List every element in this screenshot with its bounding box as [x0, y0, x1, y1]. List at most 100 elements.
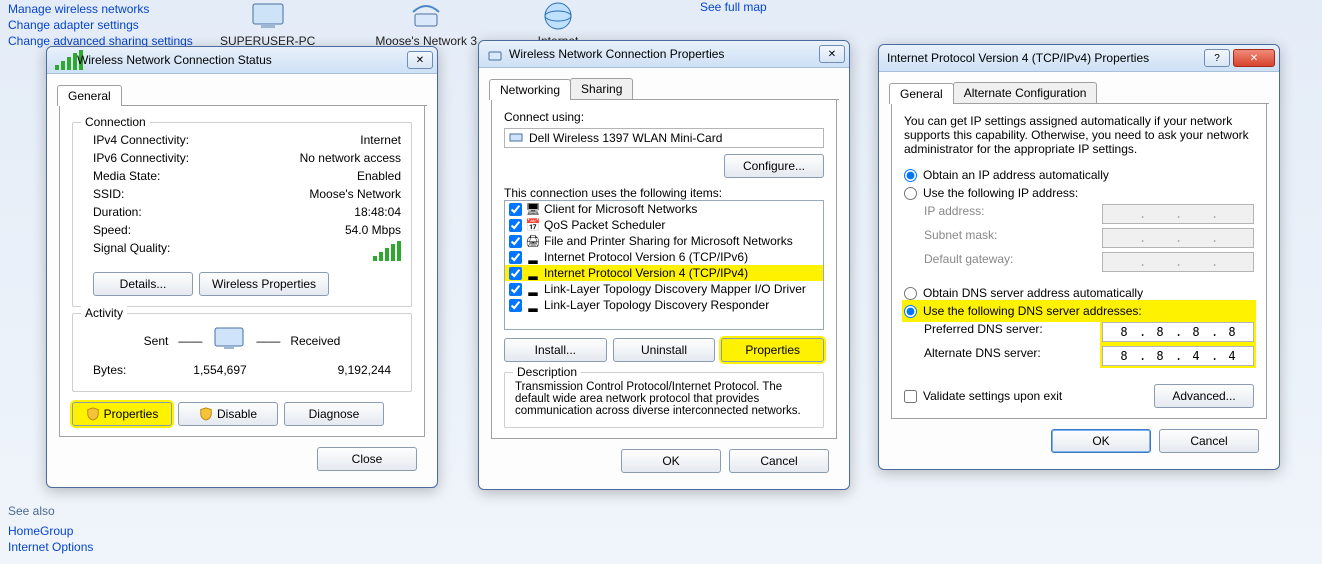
item-properties-button[interactable]: Properties	[721, 338, 824, 362]
item-label: Link-Layer Topology Discovery Mapper I/O…	[544, 282, 806, 296]
properties-button[interactable]: Properties	[72, 402, 172, 426]
label-subnet: Subnet mask:	[924, 228, 997, 248]
label-gateway: Default gateway:	[924, 252, 1013, 272]
tab-general[interactable]: General	[889, 83, 954, 104]
close-icon[interactable]: ✕	[1233, 49, 1275, 67]
details-button[interactable]: Details...	[93, 272, 193, 296]
validate-checkbox[interactable]	[904, 390, 917, 403]
value-bytes-sent: 1,554,697	[163, 363, 277, 377]
alternate-dns-field[interactable]: 8.8.4.4	[1102, 346, 1254, 366]
item-label: Client for Microsoft Networks	[544, 202, 697, 216]
intro-text: You can get IP settings assigned automat…	[904, 114, 1254, 156]
label-media: Media State:	[93, 169, 160, 183]
value-ssid: Moose's Network	[309, 187, 401, 201]
uninstall-button[interactable]: Uninstall	[613, 338, 716, 362]
link-change-adapter[interactable]: Change adapter settings	[8, 18, 193, 32]
link-homegroup[interactable]: HomeGroup	[8, 524, 93, 538]
list-item[interactable]: ▂Link-Layer Topology Discovery Responder	[505, 297, 823, 313]
close-icon[interactable]: ✕	[407, 51, 433, 69]
cancel-button[interactable]: Cancel	[729, 449, 829, 473]
tab-general[interactable]: General	[57, 85, 122, 106]
item-checkbox[interactable]	[509, 283, 522, 296]
item-checkbox[interactable]	[509, 267, 522, 280]
label-speed: Speed:	[93, 223, 131, 237]
label-ssid: SSID:	[93, 187, 124, 201]
link-see-full-map[interactable]: See full map	[700, 0, 767, 14]
value-speed: 54.0 Mbps	[345, 223, 401, 237]
signal-icon	[55, 52, 71, 68]
diagnose-button[interactable]: Diagnose	[284, 402, 384, 426]
item-label: Internet Protocol Version 4 (TCP/IPv4)	[544, 266, 748, 280]
label-validate: Validate settings upon exit	[923, 389, 1062, 403]
wireless-properties-button[interactable]: Wireless Properties	[199, 272, 329, 296]
radio-static-dns[interactable]	[904, 305, 917, 318]
help-button[interactable]: ?	[1204, 49, 1230, 67]
shield-icon	[199, 407, 213, 421]
item-checkbox[interactable]	[509, 219, 522, 232]
value-signal-quality	[373, 241, 401, 264]
signal-bars-icon	[373, 241, 401, 261]
tab-networking[interactable]: Networking	[489, 79, 571, 100]
label-bytes: Bytes:	[93, 363, 163, 377]
label-alternate-dns: Alternate DNS server:	[924, 346, 1041, 366]
close-button[interactable]: Close	[317, 447, 417, 471]
disable-button[interactable]: Disable	[178, 402, 278, 426]
value-ipv4: Internet	[360, 133, 401, 147]
adapter-name: Dell Wireless 1397 WLAN Mini-Card	[529, 131, 722, 145]
link-internet-options[interactable]: Internet Options	[8, 540, 93, 554]
list-item-selected[interactable]: ▂ Internet Protocol Version 4 (TCP/IPv4)	[505, 265, 823, 281]
label-items: This connection uses the following items…	[504, 186, 824, 200]
nav-links: Manage wireless networks Change adapter …	[8, 0, 193, 50]
label-received: Received	[290, 334, 340, 348]
radio-static-ip[interactable]	[904, 187, 917, 200]
label-static-dns: Use the following DNS server addresses:	[923, 304, 1142, 318]
protocol-icon: ▂	[526, 250, 540, 264]
item-checkbox[interactable]	[509, 203, 522, 216]
preferred-dns-field[interactable]: 8.8.8.8	[1102, 322, 1254, 342]
window-connection-properties: Wireless Network Connection Properties ✕…	[478, 40, 850, 490]
network-icon	[487, 46, 503, 62]
component-icon: 🖥	[526, 202, 540, 216]
value-media: Enabled	[357, 169, 401, 183]
close-icon[interactable]: ✕	[819, 45, 845, 63]
list-item[interactable]: 🖥 Client for Microsoft Networks	[505, 201, 823, 217]
items-listbox[interactable]: 🖥 Client for Microsoft Networks 📅QoS Pack…	[504, 200, 824, 330]
value-ipv6: No network access	[300, 151, 401, 165]
configure-button[interactable]: Configure...	[724, 154, 824, 178]
see-also: See also HomeGroup Internet Options	[8, 504, 93, 556]
item-checkbox[interactable]	[509, 235, 522, 248]
tab-alternate[interactable]: Alternate Configuration	[953, 82, 1098, 103]
protocol-icon: ▂	[526, 266, 540, 280]
group-connection: Connection	[81, 115, 150, 129]
protocol-icon: ▂	[526, 282, 540, 296]
label-auto-ip: Obtain an IP address automatically	[923, 168, 1109, 182]
advanced-button[interactable]: Advanced...	[1154, 384, 1254, 408]
label-sent: Sent	[144, 334, 169, 348]
gateway-field: ...	[1102, 252, 1254, 272]
list-item[interactable]: 📅QoS Packet Scheduler	[505, 217, 823, 233]
install-button[interactable]: Install...	[504, 338, 607, 362]
component-icon: 📅	[526, 218, 540, 232]
item-checkbox[interactable]	[509, 251, 522, 264]
ok-button[interactable]: OK	[621, 449, 721, 473]
list-item[interactable]: ▂ Link-Layer Topology Discovery Mapper I/…	[505, 281, 823, 297]
radio-auto-dns[interactable]	[904, 287, 917, 300]
item-checkbox[interactable]	[509, 299, 522, 312]
cancel-button[interactable]: Cancel	[1159, 429, 1259, 453]
window-title: Wireless Network Connection Properties	[509, 47, 816, 61]
window-title: Wireless Network Connection Status	[77, 53, 404, 67]
label-duration: Duration:	[93, 205, 142, 219]
component-icon: 🖨	[526, 234, 540, 248]
list-item[interactable]: 🖨File and Printer Sharing for Microsoft …	[505, 233, 823, 249]
label-auto-dns: Obtain DNS server address automatically	[923, 286, 1143, 300]
radio-auto-ip[interactable]	[904, 169, 917, 182]
tab-sharing[interactable]: Sharing	[570, 78, 633, 99]
list-item[interactable]: ▂Internet Protocol Version 6 (TCP/IPv6)	[505, 249, 823, 265]
label-signal-quality: Signal Quality:	[93, 241, 170, 264]
ok-button[interactable]: OK	[1051, 429, 1151, 453]
label-ipv6: IPv6 Connectivity:	[93, 151, 189, 165]
label-ipv4: IPv4 Connectivity:	[93, 133, 189, 147]
link-manage-wireless[interactable]: Manage wireless networks	[8, 2, 193, 16]
description-text: Transmission Control Protocol/Internet P…	[515, 381, 813, 417]
item-label: Link-Layer Topology Discovery Responder	[544, 298, 769, 312]
